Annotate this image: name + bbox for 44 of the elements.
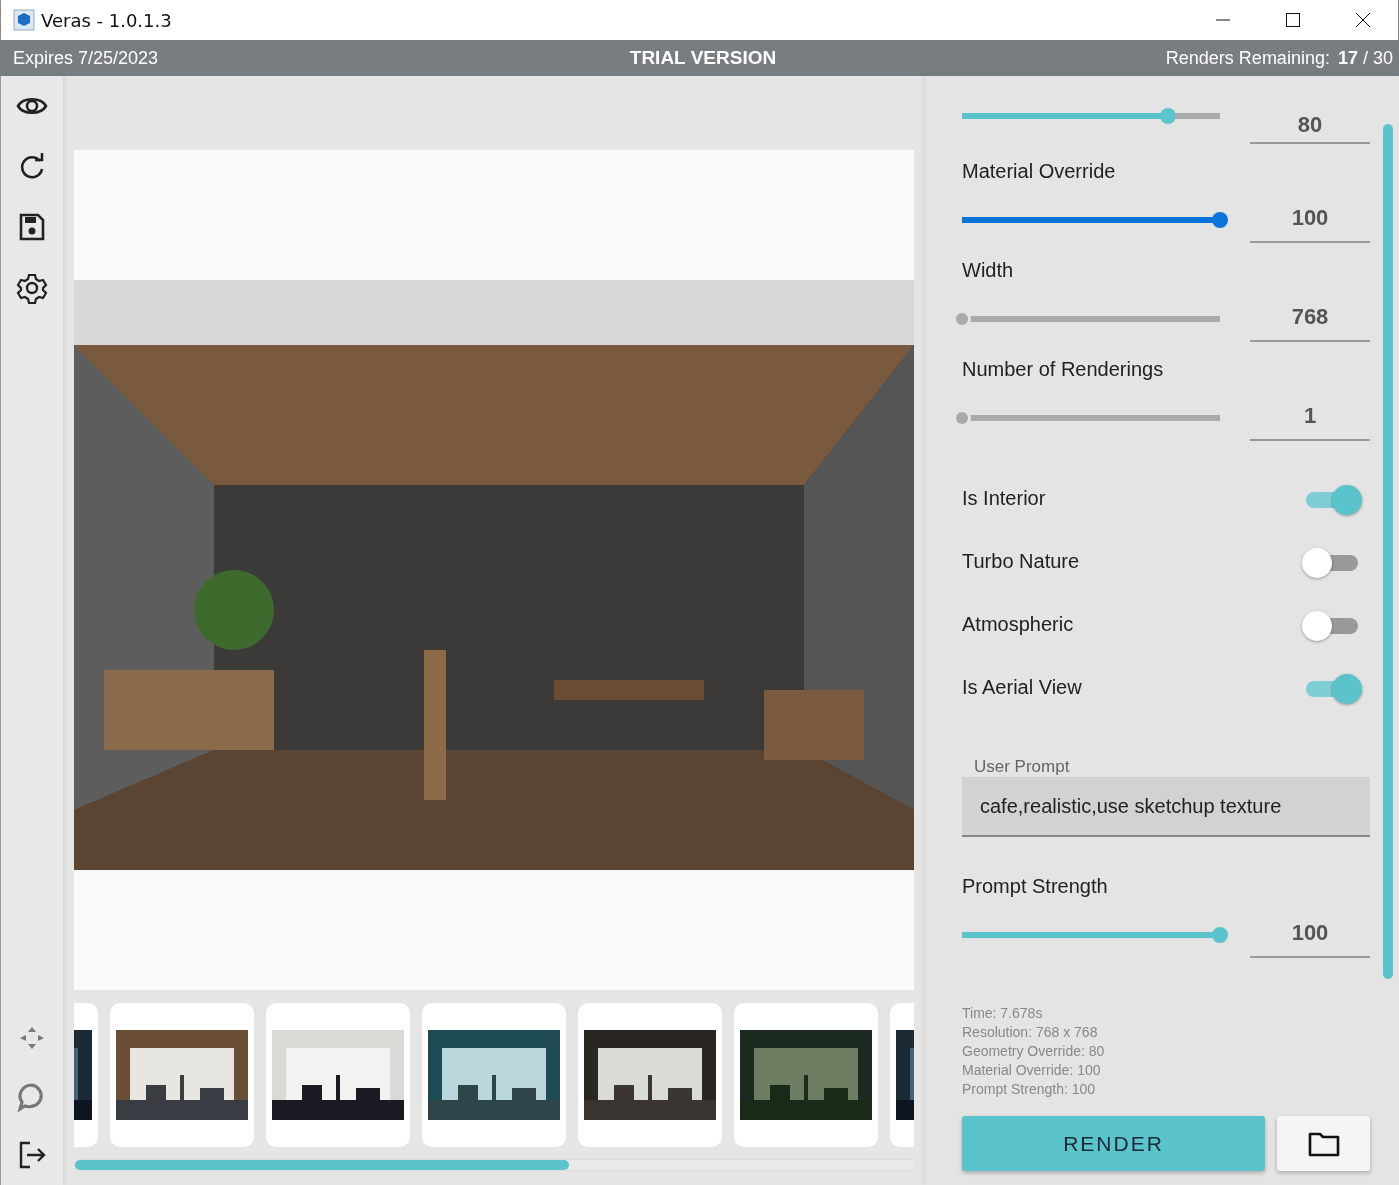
window-title: Veras - 1.0.1.3 <box>41 9 173 31</box>
minimize-icon <box>1215 19 1231 21</box>
value-field[interactable]: 1 <box>1250 403 1370 441</box>
toggle-label: Turbo Nature <box>962 550 1080 573</box>
render-button[interactable]: RENDER <box>962 1116 1266 1171</box>
thumbnail-card[interactable] <box>110 1003 254 1147</box>
toggle-switch[interactable] <box>1304 547 1360 576</box>
settings-icon[interactable] <box>16 272 48 304</box>
value-field[interactable]: 80 <box>1250 112 1370 144</box>
stat-text: Prompt Strength: 100 <box>962 1080 1097 1099</box>
scrollbar[interactable] <box>1383 124 1393 979</box>
close-icon <box>1355 12 1371 28</box>
slider-label: Width <box>962 258 1015 282</box>
toggle-label: Is Aerial View <box>962 676 1082 699</box>
folder-button[interactable] <box>1277 1116 1370 1171</box>
thumbnail-card[interactable] <box>578 1003 722 1147</box>
toggle-label: Atmospheric <box>962 613 1074 636</box>
value-field[interactable]: 100 <box>1250 920 1370 958</box>
thumbnail-card[interactable] <box>422 1003 566 1147</box>
remaining-count: 17 / 30 <box>1337 47 1393 69</box>
toggle-label: Is Interior <box>962 487 1046 510</box>
expiry-text: Expires 7/25/2023 <box>13 47 160 69</box>
folder-icon <box>1307 1130 1340 1157</box>
thumbnail-card[interactable] <box>734 1003 878 1147</box>
app-logo-icon <box>13 9 35 31</box>
stat-text: Material Override: 100 <box>962 1061 1102 1080</box>
scrollbar[interactable] <box>74 1159 916 1171</box>
slider-label: Number of Renderings <box>962 357 1165 381</box>
stat-text: Time: 7.678s <box>962 1004 1044 1023</box>
field-label: User Prompt <box>973 757 1071 777</box>
slider-label: Prompt Strength <box>962 874 1109 898</box>
toggle-switch[interactable] <box>1304 673 1360 702</box>
slider-label: Material Override <box>962 159 1117 183</box>
prompt-field[interactable]: cafe,realistic,use sketchup texture <box>962 777 1370 837</box>
toggle-switch[interactable] <box>1304 610 1360 639</box>
remaining-label: Renders Remaining: <box>1165 47 1330 69</box>
trial-title: TRIAL VERSION <box>629 47 777 69</box>
stat-text: Resolution: 768 x 768 <box>962 1023 1099 1042</box>
value-field[interactable]: 100 <box>1250 205 1370 243</box>
toggle-switch[interactable] <box>1304 484 1360 513</box>
thumbnail-card[interactable] <box>266 1003 410 1147</box>
maximize-icon <box>1285 12 1301 28</box>
value-field[interactable]: 768 <box>1250 304 1370 342</box>
stat-text: Geometry Override: 80 <box>962 1042 1106 1061</box>
